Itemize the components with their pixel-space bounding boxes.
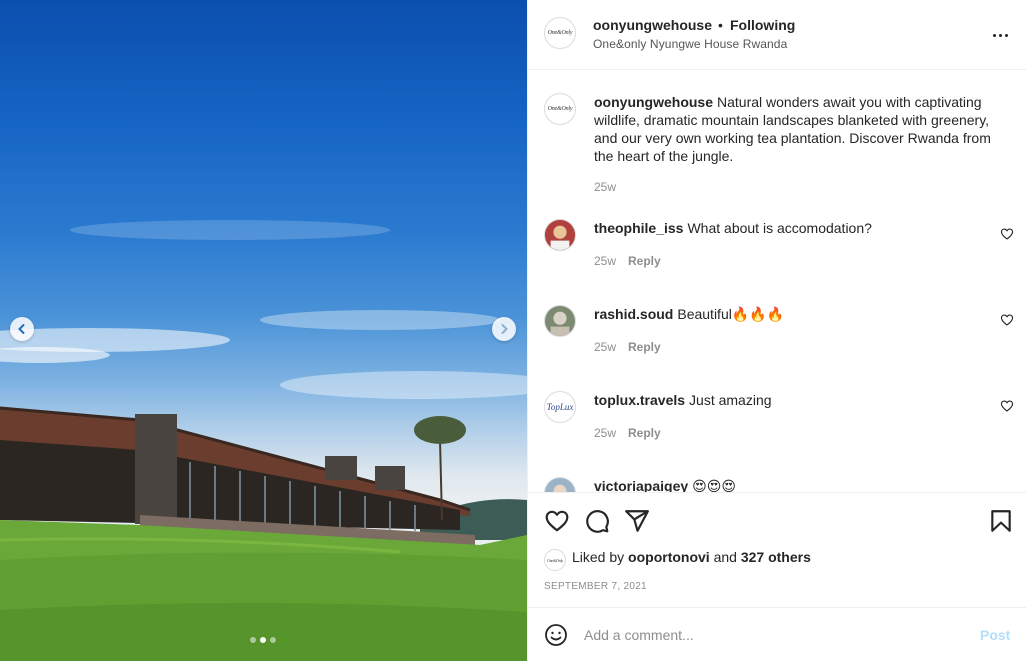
carousel-dot [270,637,276,643]
carousel-dot [250,637,256,643]
comment-avatar[interactable] [544,219,576,251]
post-actions: One&Only Liked by ooportonovi and 327 ot… [528,492,1026,607]
like-comment-heart-icon[interactable] [1000,227,1014,241]
header-separator: • [718,17,723,33]
user-photo-icon [545,306,575,336]
like-comment-heart-icon[interactable] [1000,313,1014,327]
comment-age: 25w [594,254,617,268]
liker-avatar[interactable]: One&Only [544,549,566,571]
comments-list[interactable]: One&Only oonyungwehouse Natural wonders a… [528,71,1026,492]
comment-avatar[interactable] [544,305,576,337]
avatar-logo-text: One&Only [547,30,573,36]
comment-age: 25w [594,340,617,354]
caption-timestamp: 25w [594,180,617,194]
reply-button[interactable]: Reply [628,426,661,440]
comment-username[interactable]: toplux.travels [594,392,685,408]
comment-meta: 25w Reply [594,254,661,268]
comment-username[interactable]: theophile_iss [594,220,683,236]
comment-age: 25w [594,426,617,440]
more-horizontal-icon [992,33,996,37]
bookmark-icon[interactable] [988,508,1014,534]
comment-username[interactable]: rashid.soud [594,306,673,322]
previous-slide-button[interactable] [10,317,34,341]
lodge-landscape-image [0,220,527,661]
reply-button[interactable]: Reply [628,254,661,268]
comment-row: theophile_iss What about is accomodation? [594,219,1014,237]
paper-plane-icon[interactable] [624,508,650,534]
comment-avatar[interactable]: TopLux [544,391,576,423]
comment-meta: 25w Reply [594,426,661,440]
account-avatar[interactable]: One&Only [544,17,576,49]
chevron-left-icon [18,324,25,334]
like-comment-heart-icon[interactable] [1000,399,1014,413]
following-button[interactable]: Following [730,17,795,33]
comment-meta: 25w Reply [594,340,661,354]
likes-joiner: and [713,549,737,565]
chevron-right-icon [501,324,508,334]
post-location[interactable]: One&only Nyungwe House Rwanda [593,37,787,51]
comment-text: 😍😍😍 [692,478,736,492]
comment-username[interactable]: victoriapaigey [594,478,688,492]
caption-avatar[interactable]: One&Only [544,93,576,125]
smiley-icon[interactable] [544,623,568,647]
user-photo-icon [545,220,575,250]
comment-bubble-icon[interactable] [584,508,610,534]
carousel-indicator [250,637,276,643]
liker-username[interactable]: ooportonovi [628,549,710,565]
comment-input[interactable] [584,623,964,647]
comment-text: What about is accomodation? [687,220,872,236]
comment-avatar[interactable] [544,477,576,492]
likes-summary: Liked by ooportonovi and 327 others [572,549,811,565]
account-username[interactable]: oonyungwehouse [593,17,712,33]
post-date[interactable]: SEPTEMBER 7, 2021 [544,581,647,592]
comment-text: Beautiful🔥🔥🔥 [677,306,785,322]
comment-row: toplux.travels Just amazing [594,391,1014,409]
comment-text: Just amazing [689,392,772,408]
heart-icon[interactable] [544,508,570,534]
avatar-logo-text: One&Only [547,557,563,563]
post-header: One&Only oonyungwehouse • Following One&… [528,0,1026,70]
reply-button[interactable]: Reply [628,340,661,354]
post-photo [0,0,527,661]
caption: oonyungwehouse Natural wonders await you … [594,93,1014,165]
comment-row: rashid.soud Beautiful🔥🔥🔥 [594,305,1014,323]
instagram-post-viewer: One&Only oonyungwehouse • Following One&… [0,0,1026,661]
post-side-panel: One&Only oonyungwehouse • Following One&… [527,0,1026,661]
likes-prefix: Liked by [572,549,625,565]
user-photo-icon [545,478,575,492]
post-comment-button[interactable]: Post [980,627,1010,643]
toplux-logo-text: TopLux [546,402,574,412]
next-slide-button[interactable] [492,317,516,341]
add-comment-bar: Post [528,607,1026,661]
caption-age: 25w [594,180,616,194]
more-options-button[interactable] [990,25,1010,45]
carousel-dot-active [260,637,266,643]
caption-username[interactable]: oonyungwehouse [594,94,713,110]
comment-row: victoriapaigey 😍😍😍 [594,477,1014,492]
avatar-logo-text: One&Only [547,106,573,112]
likes-count-button[interactable]: 327 others [741,549,811,565]
